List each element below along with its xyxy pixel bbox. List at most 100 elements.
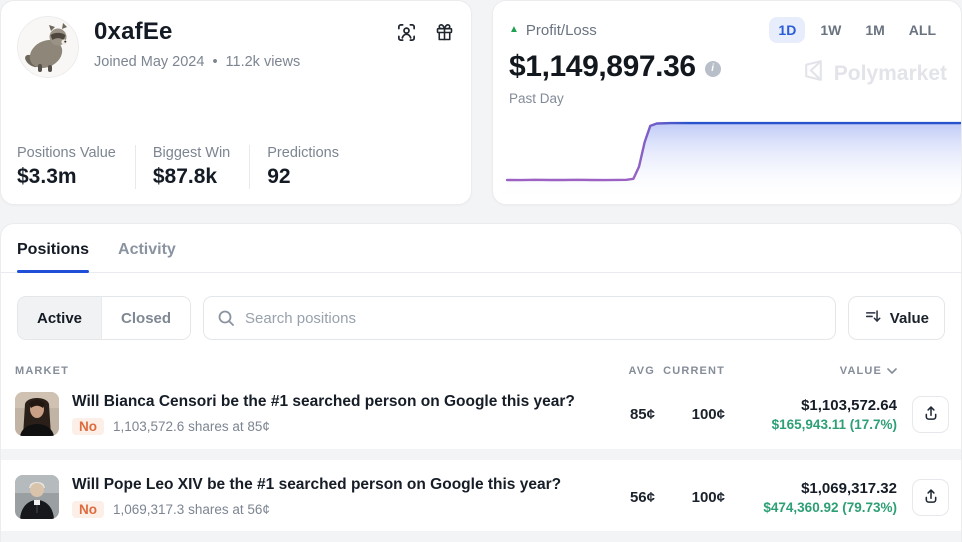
table-header: MARKET AVG CURRENT VALUE	[1, 365, 961, 377]
range-1m-button[interactable]: 1M	[856, 17, 893, 43]
meta-dot: •	[212, 54, 217, 70]
pope-leo-image	[15, 475, 59, 519]
stat-biggest-win: Biggest Win $87.8k	[135, 145, 249, 189]
shares-text: 1,069,317.3 shares at 56¢	[113, 502, 270, 517]
outcome-badge: No	[72, 501, 104, 518]
profile-stats: Positions Value $3.3m Biggest Win $87.8k…	[17, 145, 358, 189]
search-container	[203, 296, 836, 340]
stat-label: Biggest Win	[153, 145, 230, 161]
stat-label: Positions Value	[17, 145, 116, 161]
raccoon-avatar-image	[18, 17, 79, 78]
avatar	[17, 16, 79, 78]
stat-label: Predictions	[267, 145, 339, 161]
stat-predictions: Predictions 92	[249, 145, 358, 189]
sort-label: Value	[890, 310, 929, 327]
search-input[interactable]	[203, 296, 836, 340]
action-cell	[897, 396, 949, 433]
range-all-button[interactable]: ALL	[900, 17, 945, 43]
value-cell: $1,069,317.32 $474,360.92 (79.73%)	[725, 480, 897, 515]
current-cell: 100¢	[655, 489, 725, 506]
scan-profile-button[interactable]	[396, 22, 417, 43]
tabs: Positions Activity	[1, 224, 961, 273]
market-info: Will Bianca Censori be the #1 searched p…	[72, 393, 575, 435]
stat-positions-value: Positions Value $3.3m	[17, 145, 135, 189]
market-info: Will Pope Leo XIV be the #1 searched per…	[72, 476, 561, 518]
pnl-area	[507, 123, 961, 203]
market-title[interactable]: Will Bianca Censori be the #1 searched p…	[72, 393, 575, 411]
pnl-label-group: ▲ Profit/Loss	[509, 22, 597, 39]
current-cell: 100¢	[655, 406, 725, 423]
range-1d-button[interactable]: 1D	[769, 17, 805, 43]
range-1w-button[interactable]: 1W	[811, 17, 850, 43]
stat-value: 92	[267, 165, 339, 189]
value-gain: $474,360.92 (79.73%)	[725, 500, 897, 515]
username: 0xafEe	[94, 18, 300, 46]
header-market: MARKET	[15, 365, 595, 377]
sort-by-value-button[interactable]: Value	[848, 296, 945, 340]
stat-value: $87.8k	[153, 165, 230, 189]
share-position-button[interactable]	[912, 396, 949, 433]
row-separator	[1, 531, 961, 542]
sort-icon	[864, 307, 882, 329]
value-amount: $1,069,317.32	[725, 480, 897, 497]
market-title[interactable]: Will Pope Leo XIV be the #1 searched per…	[72, 476, 561, 494]
header-current: CURRENT	[655, 365, 725, 377]
row-separator	[1, 449, 961, 460]
profile-actions	[396, 22, 455, 43]
action-cell	[897, 479, 949, 516]
profile-identity: 0xafEe Joined May 2024 • 11.2k views	[94, 16, 300, 78]
pnl-header: ▲ Profit/Loss 1D 1W 1M ALL	[493, 1, 961, 43]
bianca-censori-image	[15, 392, 59, 436]
share-position-button[interactable]	[912, 479, 949, 516]
pnl-period: Past Day	[493, 84, 961, 106]
pnl-amount-row: $1,149,897.36 i	[493, 43, 961, 84]
tab-activity[interactable]: Activity	[118, 241, 176, 272]
share-icon	[922, 487, 940, 508]
table-row[interactable]: Will Bianca Censori be the #1 searched p…	[1, 383, 961, 445]
value-gain: $165,943.11 (17.7%)	[725, 417, 897, 432]
shares-text: 1,103,572.6 shares at 85¢	[113, 419, 270, 434]
positions-controls: Active Closed Value	[17, 296, 945, 340]
value-amount: $1,103,572.64	[725, 397, 897, 414]
status-filter: Active Closed	[17, 296, 191, 340]
outcome-badge: No	[72, 418, 104, 435]
market-thumbnail	[15, 392, 59, 436]
filter-closed-button[interactable]: Closed	[101, 297, 190, 339]
tab-positions[interactable]: Positions	[17, 241, 89, 272]
pnl-label: Profit/Loss	[526, 22, 597, 39]
pnl-card: ▲ Profit/Loss 1D 1W 1M ALL $1,149,897.36…	[492, 0, 962, 205]
pnl-chart	[493, 109, 961, 203]
header-section: 0xafEe Joined May 2024 • 11.2k views	[0, 0, 962, 205]
header-value-label: VALUE	[840, 365, 882, 377]
gift-icon	[434, 31, 455, 46]
avg-cell: 56¢	[595, 489, 655, 506]
filter-active-button[interactable]: Active	[18, 297, 101, 339]
up-triangle-icon: ▲	[509, 25, 519, 35]
profile-meta: Joined May 2024 • 11.2k views	[94, 54, 300, 70]
polymarket-profile-page: 0xafEe Joined May 2024 • 11.2k views	[0, 0, 962, 542]
views-count: 11.2k views	[226, 54, 301, 70]
table-row[interactable]: Will Pope Leo XIV be the #1 searched per…	[1, 466, 961, 528]
joined-date: Joined May 2024	[94, 54, 204, 70]
time-range-selector: 1D 1W 1M ALL	[769, 17, 945, 43]
market-subline: No 1,103,572.6 shares at 85¢	[72, 418, 575, 435]
gift-button[interactable]	[434, 22, 455, 43]
market-thumbnail	[15, 475, 59, 519]
stat-value: $3.3m	[17, 165, 116, 189]
pnl-chart-area	[493, 109, 961, 203]
positions-panel: Positions Activity Active Closed	[0, 223, 962, 542]
profile-card: 0xafEe Joined May 2024 • 11.2k views	[0, 0, 472, 205]
pnl-amount: $1,149,897.36	[509, 50, 696, 84]
header-avg: AVG	[595, 365, 655, 377]
market-cell: Will Pope Leo XIV be the #1 searched per…	[15, 475, 595, 519]
scan-user-icon	[396, 31, 417, 46]
avg-cell: 85¢	[595, 406, 655, 423]
header-value[interactable]: VALUE	[725, 365, 897, 377]
share-icon	[922, 404, 940, 425]
chevron-down-icon	[887, 365, 897, 377]
market-subline: No 1,069,317.3 shares at 56¢	[72, 501, 561, 518]
value-cell: $1,103,572.64 $165,943.11 (17.7%)	[725, 397, 897, 432]
profile-header: 0xafEe Joined May 2024 • 11.2k views	[1, 1, 471, 78]
info-icon[interactable]: i	[705, 61, 721, 77]
market-cell: Will Bianca Censori be the #1 searched p…	[15, 392, 595, 436]
